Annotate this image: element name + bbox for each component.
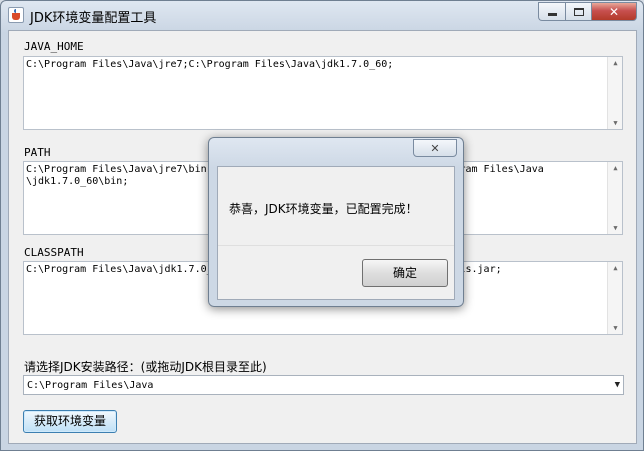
dialog-message: 恭喜，JDK环境变量，已配置完成！ (229, 202, 418, 216)
classpath-label: CLASSPATH (24, 246, 84, 259)
dialog-footer: 确定 (218, 245, 454, 299)
close-icon: ✕ (608, 4, 620, 19)
maximize-button[interactable] (565, 2, 591, 21)
message-dialog: ✕ 恭喜，JDK环境变量，已配置完成！ 确定 (208, 137, 464, 307)
java-home-label: JAVA_HOME (24, 40, 84, 53)
scroll-down-icon[interactable]: ▼ (608, 117, 623, 129)
scroll-down-icon[interactable]: ▼ (608, 222, 623, 234)
install-path-label: 请选择JDK安装路径：(或拖动JDK根目录至此) (24, 360, 267, 374)
close-button[interactable]: ✕ (591, 2, 637, 21)
window-title: JDK环境变量配置工具 (30, 11, 157, 26)
get-env-vars-button[interactable]: 获取环境变量 (23, 410, 117, 433)
java-home-scrollbar[interactable]: ▲ ▼ (607, 57, 622, 129)
dropdown-arrow-icon[interactable]: ▼ (615, 380, 620, 390)
java-app-icon (8, 7, 24, 23)
window-controls: ✕ (538, 2, 637, 21)
install-path-value: C:\Program Files\Java (27, 380, 154, 391)
dialog-body: 恭喜，JDK环境变量，已配置完成！ 确定 (217, 166, 455, 300)
classpath-scrollbar[interactable]: ▲ ▼ (607, 262, 622, 334)
close-icon: ✕ (430, 141, 440, 155)
java-home-textarea[interactable]: C:\Program Files\Java\jre7;C:\Program Fi… (23, 56, 623, 130)
ok-button[interactable]: 确定 (362, 259, 448, 287)
path-scrollbar[interactable]: ▲ ▼ (607, 162, 622, 234)
scroll-up-icon[interactable]: ▲ (608, 262, 623, 274)
java-home-value: C:\Program Files\Java\jre7;C:\Program Fi… (26, 59, 394, 70)
minimize-button[interactable] (538, 2, 565, 21)
scroll-up-icon[interactable]: ▲ (608, 57, 623, 69)
dialog-close-button[interactable]: ✕ (413, 139, 457, 157)
scroll-down-icon[interactable]: ▼ (608, 322, 623, 334)
maximize-icon (573, 7, 584, 16)
title-bar[interactable]: JDK环境变量配置工具 ✕ (1, 1, 643, 29)
minimize-icon (547, 13, 557, 16)
scroll-up-icon[interactable]: ▲ (608, 162, 623, 174)
install-path-combobox[interactable]: C:\Program Files\Java ▼ (23, 375, 624, 395)
path-label: PATH (24, 146, 51, 159)
